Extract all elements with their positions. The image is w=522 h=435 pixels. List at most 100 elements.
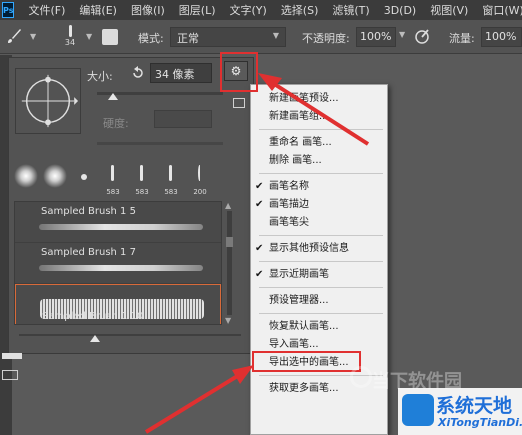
menu-separator (259, 173, 383, 174)
context-menu-item[interactable]: 删除 画笔... (251, 152, 389, 170)
hardness-slider (97, 142, 223, 145)
mode-label: 模式: (138, 32, 164, 45)
brush-name: Sampled Brush 1 7 (41, 247, 136, 258)
menu-separator (259, 313, 383, 314)
menu-separator (259, 129, 383, 130)
options-bar: ▼ 34 ▼ 模式: 正常 ▼ 不透明度: 100% ▼ 流量: 100% (0, 20, 522, 54)
recent-brush-thumb[interactable]: 583 (100, 160, 126, 198)
reset-size-icon[interactable] (131, 66, 145, 80)
menu-select[interactable]: 选择(S) (281, 2, 319, 18)
context-menu-item[interactable]: 画笔笔尖 (251, 214, 389, 232)
hardness-input (154, 110, 212, 128)
toggle-brush-panel-icon[interactable] (102, 29, 118, 45)
size-label: 大小: (87, 70, 113, 83)
brush-preset-picker[interactable]: 34 (58, 24, 82, 50)
checkmark-icon: ✔ (255, 181, 264, 192)
hardness-label: 硬度: (103, 117, 129, 130)
brush-tool-icon[interactable] (6, 28, 22, 44)
hard-brush-icon (81, 174, 87, 180)
recent-brush-thumb[interactable] (13, 160, 39, 198)
watermark-logo-icon (350, 366, 372, 388)
context-menu-item-label: 画笔名称 (269, 181, 309, 192)
context-menu-item[interactable]: 新建画笔组... (251, 108, 389, 126)
context-menu-item[interactable]: ✔ 画笔描边 (251, 196, 389, 214)
context-menu-item[interactable]: 恢复默认画笔... (251, 318, 389, 336)
highlight-box (252, 351, 361, 372)
photoshop-logo-icon: Ps (2, 2, 15, 18)
list-item[interactable]: Sampled Brush 1 5 (15, 202, 221, 243)
recent-brush-thumb[interactable] (71, 160, 97, 198)
context-menu-item-label: 重命名 画笔... (269, 137, 332, 148)
context-menu-item-label: 新建画笔预设... (269, 93, 339, 104)
menu-type[interactable]: 文字(Y) (230, 2, 267, 18)
menu-edit[interactable]: 编辑(E) (79, 2, 117, 18)
brush-list: Sampled Brush 1 5 Sampled Brush 1 7 Samp… (14, 201, 222, 325)
menu-filter[interactable]: 滤镜(T) (332, 2, 369, 18)
brush-stroke-preview (39, 224, 203, 230)
context-menu-item[interactable]: ✔ 显示近期画笔 (251, 266, 389, 284)
context-menu-item[interactable]: 预设管理器... (251, 292, 389, 310)
menu-3d[interactable]: 3D(D) (384, 4, 417, 17)
watermark-title: 系统天地 (436, 395, 513, 417)
list-item[interactable]: Sampled Brush 1 7 (15, 243, 221, 284)
scroll-track[interactable] (227, 211, 232, 315)
menu-bar: Ps 文件(F) 编辑(E) 图像(I) 图层(L) 文字(Y) 选择(S) 滤… (0, 0, 522, 20)
recent-brush-thumb[interactable] (42, 160, 68, 198)
tool-preset-chevron-down-icon[interactable]: ▼ (30, 32, 36, 41)
context-menu-item-label: 导入画笔... (269, 339, 319, 350)
recent-brush-thumb[interactable]: 583 (158, 160, 184, 198)
context-menu-item-label: 获取更多画笔... (269, 383, 339, 394)
highlight-box (220, 52, 258, 92)
size-input[interactable]: 34 像素 (150, 63, 212, 83)
scroll-down-icon[interactable]: ▼ (225, 316, 231, 325)
context-menu-item-label: 新建画笔组... (269, 111, 329, 122)
checkmark-icon: ✔ (255, 269, 264, 280)
context-menu-item[interactable]: ✔ 显示其他预设信息 (251, 240, 389, 258)
recent-brushes: 583 583 583 200 (13, 160, 249, 198)
context-menu-item-label: 显示近期画笔 (269, 269, 329, 280)
brush-size-label: 34 (64, 38, 76, 47)
context-menu-item[interactable]: ✔ 画笔名称 (251, 178, 389, 196)
scroll-thumb[interactable] (226, 237, 233, 247)
menu-layer[interactable]: 图层(L) (179, 2, 216, 18)
brush-list-scrollbar[interactable]: ▲ ▼ (224, 201, 234, 325)
context-menu-item-label: 删除 画笔... (269, 155, 322, 166)
opacity-slider-chevron-icon[interactable]: ▼ (399, 30, 405, 39)
recent-brush-thumb[interactable]: 583 (129, 160, 155, 198)
brush-angle-widget[interactable] (15, 68, 81, 134)
tool-icon[interactable] (2, 370, 18, 380)
soft-brush-icon (43, 164, 67, 188)
mode-select[interactable]: 正常 ▼ (170, 27, 286, 47)
scroll-up-icon[interactable]: ▲ (225, 201, 231, 210)
watermark-logo-icon (402, 394, 434, 426)
recent-brush-thumb[interactable]: 200 (187, 160, 213, 198)
context-menu-item-label: 显示其他预设信息 (269, 243, 349, 254)
context-menu-item-label: 预设管理器... (269, 295, 329, 306)
flow-input[interactable]: 100% (481, 27, 522, 47)
new-preset-icon[interactable] (233, 98, 245, 108)
brush-name: Sampled Brush 1 10 (42, 311, 144, 322)
mode-value: 正常 (177, 32, 199, 45)
stroke-brush-icon (140, 165, 143, 181)
brush-tip-icon (68, 25, 72, 37)
preview-size-slider-thumb[interactable] (90, 335, 100, 342)
brush-picker-chevron-down-icon[interactable]: ▼ (86, 32, 92, 41)
menu-view[interactable]: 视图(V) (430, 2, 468, 18)
menu-separator (259, 235, 383, 236)
tool-icon[interactable] (2, 353, 22, 359)
context-menu-item[interactable]: 重命名 画笔... (251, 134, 389, 152)
size-slider-thumb[interactable] (108, 93, 118, 100)
context-menu-item[interactable]: 新建画笔预设... (251, 90, 389, 108)
watermark-subtitle: XiTongTianDi.net (438, 416, 522, 429)
menu-image[interactable]: 图像(I) (131, 2, 165, 18)
pressure-opacity-icon[interactable] (414, 28, 430, 44)
soft-brush-icon (14, 164, 38, 188)
menu-separator (259, 287, 383, 288)
list-item-selected[interactable]: Sampled Brush 1 10 (15, 284, 221, 324)
curve-brush-icon (198, 165, 201, 181)
menu-file[interactable]: 文件(F) (28, 2, 65, 18)
menu-window[interactable]: 窗口(W) (482, 2, 522, 18)
preview-size-slider[interactable] (19, 334, 241, 336)
checkmark-icon: ✔ (255, 243, 264, 254)
opacity-input[interactable]: 100% (356, 27, 396, 47)
